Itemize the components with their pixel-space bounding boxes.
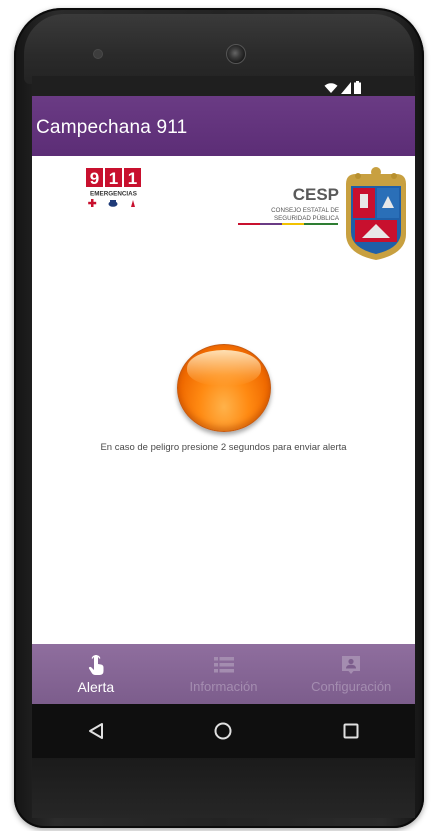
touch-hand-icon xyxy=(88,655,104,675)
emergencias-911-logo: 9 1 1 EMERGENCIAS xyxy=(86,168,141,207)
screen: Campechana 911 9 1 1 EMERGENCIAS CESP CO… xyxy=(32,76,415,758)
fire-icon xyxy=(131,200,135,207)
campeche-coat-of-arms-icon xyxy=(346,167,406,260)
nav-label-alerta: Alerta xyxy=(77,679,115,695)
recents-button[interactable] xyxy=(331,711,371,751)
cesp-line2: SEGURIDAD PÚBLICA xyxy=(274,215,340,222)
battery-icon xyxy=(354,81,361,94)
logo-digit-1b: 1 xyxy=(128,169,137,188)
cesp-color-stripe xyxy=(238,223,338,225)
cesp-acronym: CESP xyxy=(293,185,339,204)
signal-icon xyxy=(341,82,351,94)
contact-card-icon xyxy=(342,656,361,674)
nav-item-configuracion[interactable]: Configuración xyxy=(287,644,415,704)
wifi-icon xyxy=(324,83,338,93)
status-bar xyxy=(32,76,415,96)
list-icon xyxy=(213,657,234,673)
recents-icon xyxy=(343,723,359,739)
bottom-navigation: Alerta Información Configuración xyxy=(32,644,415,704)
back-icon xyxy=(88,723,103,739)
main-content: 9 1 1 EMERGENCIAS CESP CONSEJO ESTATAL D… xyxy=(32,156,415,644)
cesp-line1: CONSEJO ESTATAL DE xyxy=(271,207,339,214)
nav-item-informacion[interactable]: Información xyxy=(160,644,288,704)
back-button[interactable] xyxy=(76,711,116,751)
red-cross-icon xyxy=(88,199,97,207)
logo-caption: EMERGENCIAS xyxy=(90,191,137,198)
alert-instructions: En caso de peligro presione 2 segundos p… xyxy=(100,442,347,453)
logo-digit-1: 1 xyxy=(109,169,118,188)
cesp-logo: CESP CONSEJO ESTATAL DE SEGURIDAD PÚBLIC… xyxy=(238,167,406,260)
nav-item-alerta[interactable]: Alerta xyxy=(32,644,160,704)
app-title: Campechana 911 xyxy=(36,117,188,138)
alert-button[interactable] xyxy=(177,344,271,432)
nav-label-informacion: Información xyxy=(189,679,258,694)
system-navigation-bar xyxy=(32,704,415,758)
alert-button-gloss xyxy=(187,350,261,386)
police-cap-icon xyxy=(108,200,118,207)
front-camera-icon xyxy=(226,44,246,64)
device-top-bezel xyxy=(24,14,414,84)
home-icon xyxy=(214,722,232,740)
proximity-sensor-icon xyxy=(93,49,103,59)
nav-label-configuracion: Configuración xyxy=(311,679,392,694)
status-icons xyxy=(324,78,361,94)
home-button[interactable] xyxy=(203,711,243,751)
app-bar: Campechana 911 xyxy=(32,96,415,156)
device-bottom-bezel xyxy=(32,758,415,818)
logo-digit-9: 9 xyxy=(90,169,99,188)
